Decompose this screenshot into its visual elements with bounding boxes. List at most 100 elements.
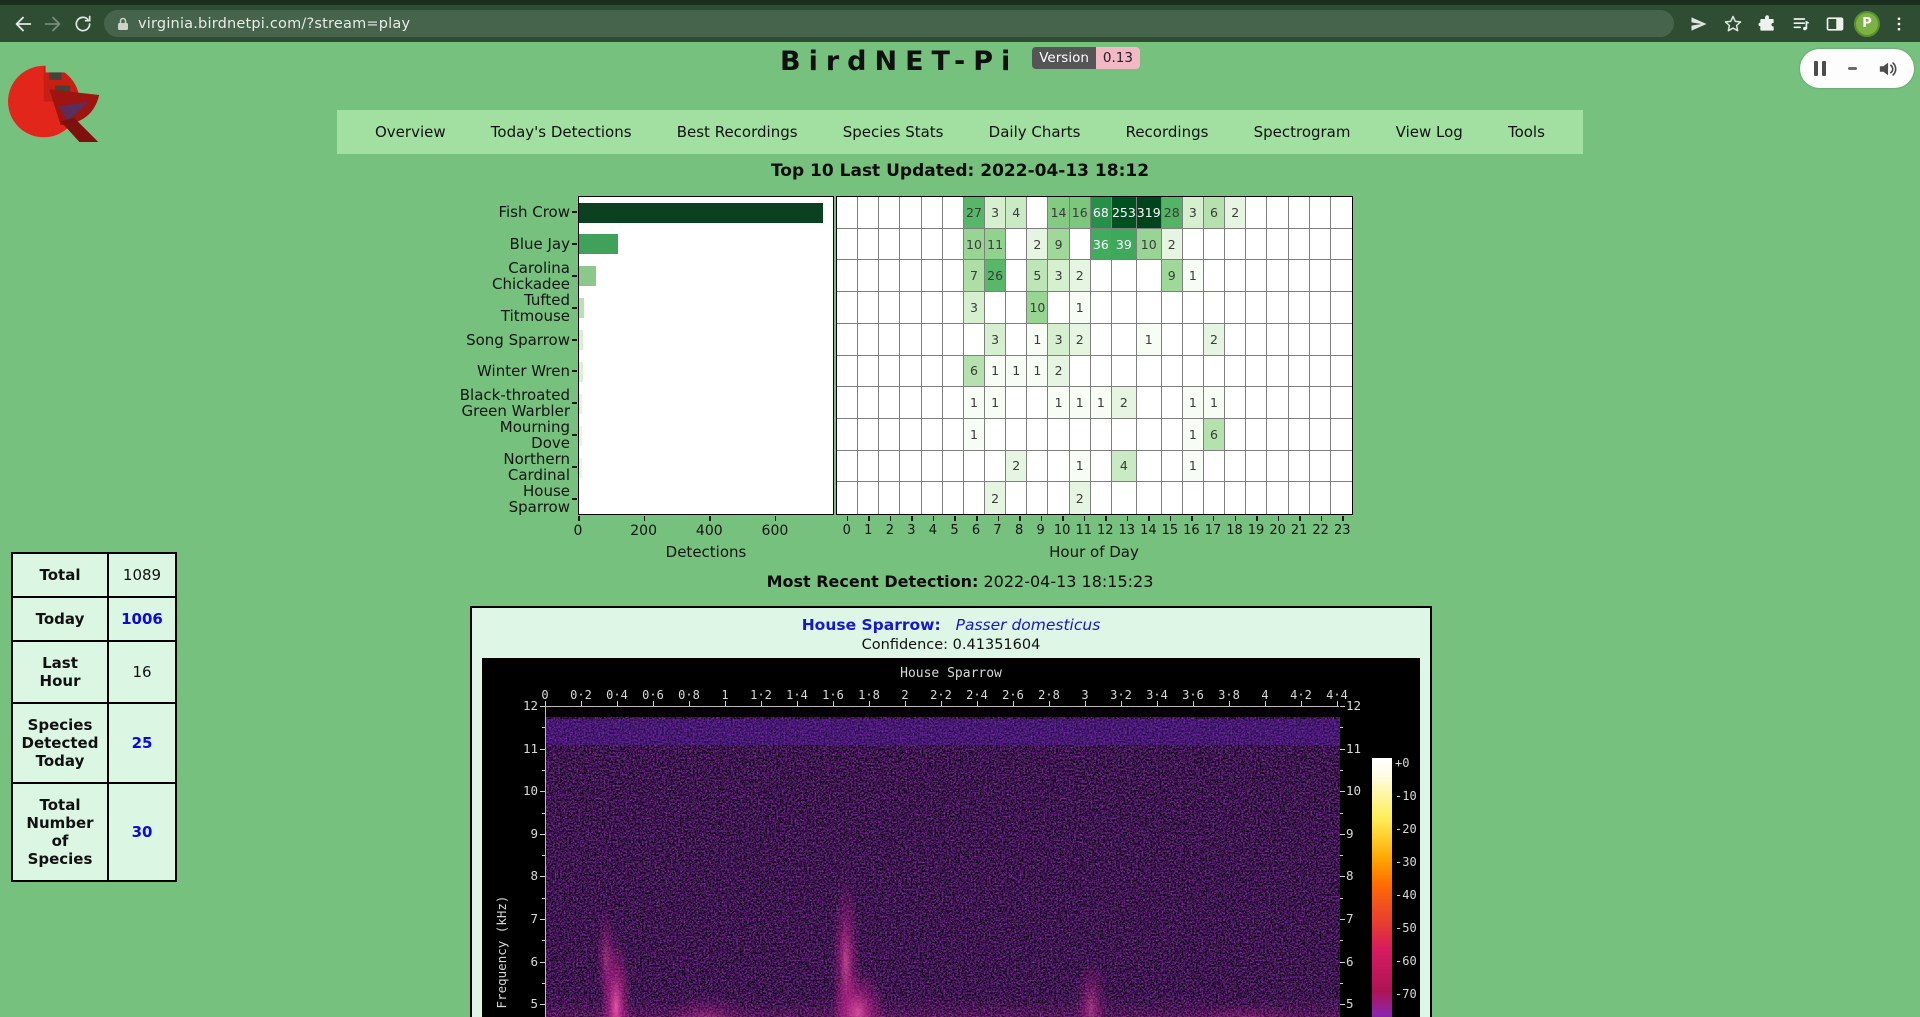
- heatmap-cell: [1204, 229, 1225, 261]
- heatmap-cell: [1162, 356, 1183, 388]
- hour-xtick: [1256, 516, 1258, 521]
- heatmap-cell: [858, 197, 879, 229]
- heatmap-cell: [1006, 292, 1027, 324]
- heatmap-cell: [1331, 260, 1352, 292]
- stats-value-link[interactable]: 1006: [121, 610, 163, 628]
- spectrogram-xtick-label: 2·4: [966, 688, 988, 702]
- heatmap-cell: [1225, 419, 1246, 451]
- spectrogram-minor-tick: [542, 855, 545, 856]
- spectrogram-xtick: [581, 701, 582, 706]
- detection-scientific-name: Passer domesticus: [956, 616, 1101, 634]
- hour-xtick: [1041, 516, 1043, 521]
- hour-xtick: [1127, 516, 1129, 521]
- hour-xtick-label: 1: [864, 523, 872, 538]
- heatmap-cell: [922, 451, 943, 483]
- hour-xtick-label: 16: [1183, 523, 1200, 538]
- playlist-icon[interactable]: [1786, 9, 1816, 39]
- nav-item-best-recordings[interactable]: Best Recordings: [677, 123, 798, 141]
- bar-black-throated-green-warbler: [579, 394, 582, 414]
- heatmap-cell: [900, 419, 921, 451]
- hour-xtick: [911, 516, 913, 521]
- heatmap-cell: [1091, 324, 1112, 356]
- spectrogram-ytick-dash: [540, 749, 545, 750]
- heatmap-cell: [900, 229, 921, 261]
- stats-value: 1006: [108, 597, 176, 641]
- heatmap-cell: [1225, 260, 1246, 292]
- spectrogram-xtick-label: 1: [721, 688, 728, 702]
- heatmap-cell: [1048, 292, 1069, 324]
- version-value: 0.13: [1096, 47, 1140, 69]
- audio-player: [1800, 49, 1914, 88]
- heatmap-cell: [1246, 324, 1267, 356]
- nav-item-species-stats[interactable]: Species Stats: [843, 123, 944, 141]
- nav-item-today-s-detections[interactable]: Today's Detections: [491, 123, 632, 141]
- hour-xtick-label: 9: [1037, 523, 1045, 538]
- bar-xtick: [644, 516, 646, 521]
- heatmap-cell: [1289, 260, 1310, 292]
- send-icon[interactable]: [1684, 9, 1714, 39]
- heatmap-cell: [1310, 229, 1331, 261]
- player-dash-icon: [1848, 67, 1857, 70]
- browser-toolbar: virginia.birdnetpi.com/?stream=play: [0, 5, 1920, 42]
- nav-item-recordings[interactable]: Recordings: [1126, 123, 1209, 141]
- volume-icon[interactable]: [1878, 59, 1900, 79]
- stats-row-last-hour: LastHour16: [12, 641, 176, 703]
- stats-row-total-number-of-species: TotalNumberofSpecies30: [12, 783, 176, 881]
- heatmap-cell: [1310, 387, 1331, 419]
- spectrogram-ytick-left: 10: [514, 783, 538, 798]
- reload-icon[interactable]: [68, 9, 98, 39]
- spectrogram-ytick-right: 8: [1346, 868, 1354, 883]
- nav-item-spectrogram[interactable]: Spectrogram: [1254, 123, 1351, 141]
- bar-northern-cardinal: [579, 458, 582, 478]
- heatmap-cell: [1310, 292, 1331, 324]
- extensions-icon[interactable]: [1752, 9, 1782, 39]
- heatmap-cell: [922, 482, 943, 514]
- side-panel-icon[interactable]: [1820, 9, 1850, 39]
- heatmap-cell: [1246, 387, 1267, 419]
- pause-button-icon[interactable]: [1814, 61, 1826, 76]
- heatmap-cell: [1310, 482, 1331, 514]
- heatmap-cell: 2: [1027, 229, 1048, 261]
- heatmap-cell: [1225, 324, 1246, 356]
- spectrogram: House Sparrow: [482, 658, 1420, 1017]
- heatmap-cell: [1246, 482, 1267, 514]
- spectrogram-ytick-dash: [1340, 876, 1345, 877]
- heatmap-cell: [1183, 356, 1204, 388]
- heatmap-cell: [922, 324, 943, 356]
- bar-axis-label: Detections: [666, 543, 747, 561]
- heatmap-cell: [922, 260, 943, 292]
- detection-species[interactable]: House Sparrow:: [802, 616, 941, 634]
- heatmap-cell: [1204, 292, 1225, 324]
- nav-item-daily-charts[interactable]: Daily Charts: [989, 123, 1081, 141]
- stats-row-today: Today1006: [12, 597, 176, 641]
- hour-xtick-label: 15: [1162, 523, 1179, 538]
- heatmap-cell: [985, 451, 1006, 483]
- spectrogram-minor-tick: [542, 898, 545, 899]
- address-bar[interactable]: virginia.birdnetpi.com/?stream=play: [104, 10, 1674, 37]
- heatmap-cell: [1027, 387, 1048, 419]
- spectrogram-minor-tick: [1340, 727, 1343, 728]
- nav-item-overview[interactable]: Overview: [375, 123, 446, 141]
- back-icon[interactable]: [8, 9, 38, 39]
- nav-item-tools[interactable]: Tools: [1508, 123, 1545, 141]
- heatmap-cell: 68: [1091, 197, 1112, 229]
- heatmap-cell: [900, 387, 921, 419]
- profile-avatar[interactable]: P: [1854, 11, 1880, 37]
- heatmap-cell: [1006, 419, 1027, 451]
- stats-value-link[interactable]: 30: [132, 823, 153, 841]
- heatmap-cell: 2: [1070, 260, 1091, 292]
- menu-kebab-icon[interactable]: [1884, 9, 1914, 39]
- species-label-8: Mourning Dove: [458, 419, 570, 451]
- heatmap-cell: [837, 229, 858, 261]
- heatmap-cell: [1162, 387, 1183, 419]
- bar-carolina-chickadee: [579, 266, 596, 286]
- heatmap-cell: 1: [985, 356, 1006, 388]
- bar-winter-wren: [579, 362, 583, 382]
- bookmark-star-icon[interactable]: [1718, 9, 1748, 39]
- nav-item-view-log[interactable]: View Log: [1396, 123, 1463, 141]
- hour-xtick-label: 5: [950, 523, 958, 538]
- heatmap-cell: [943, 419, 964, 451]
- forward-icon[interactable]: [38, 9, 68, 39]
- stats-value-link[interactable]: 25: [132, 734, 153, 752]
- heatmap-cell: [837, 419, 858, 451]
